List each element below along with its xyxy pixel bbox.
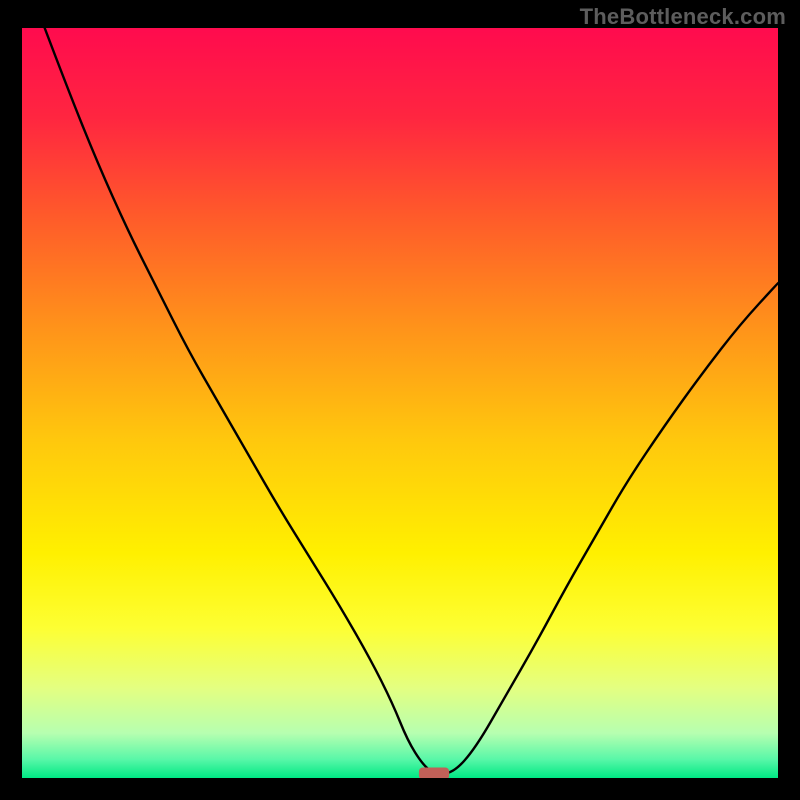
gradient-rect — [22, 28, 778, 778]
chart-svg — [22, 28, 778, 778]
chart-frame: TheBottleneck.com — [0, 0, 800, 800]
minimum-marker-icon — [419, 768, 449, 779]
plot-area — [22, 28, 778, 778]
watermark-text: TheBottleneck.com — [580, 4, 786, 30]
